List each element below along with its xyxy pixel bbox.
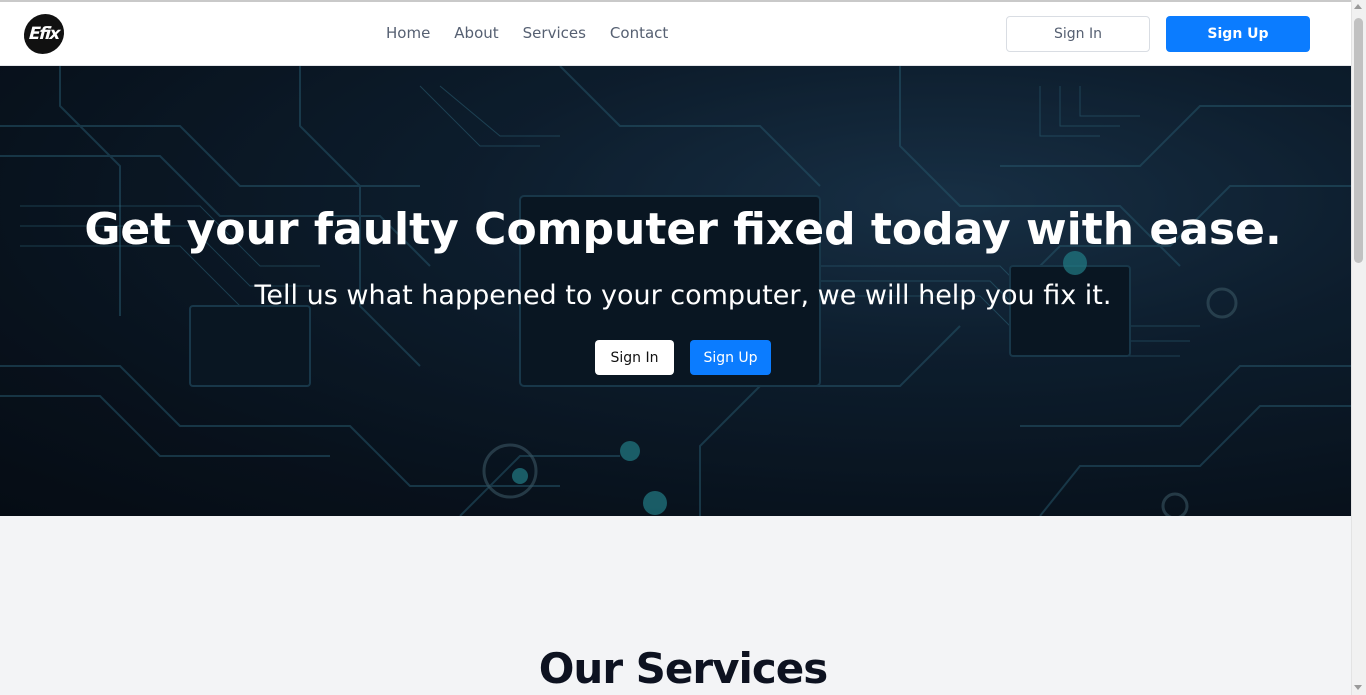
hero-subtitle: Tell us what happened to your computer, … bbox=[254, 280, 1112, 311]
nav-link-contact[interactable]: Contact bbox=[610, 24, 668, 42]
navbar: Efix Home About Services Contact Sign In… bbox=[0, 2, 1351, 66]
scroll-up-arrow-icon[interactable] bbox=[1354, 4, 1362, 9]
nav-links: Home About Services Contact bbox=[386, 24, 668, 42]
hero-banner: Get your faulty Computer fixed today wit… bbox=[0, 66, 1351, 516]
nav-link-about[interactable]: About bbox=[454, 24, 498, 42]
page: Efix Home About Services Contact Sign In… bbox=[0, 0, 1351, 695]
services-section-title: Our Services bbox=[538, 644, 829, 693]
sign-up-button[interactable]: Sign Up bbox=[1166, 16, 1310, 52]
efix-logo[interactable]: Efix bbox=[22, 14, 66, 54]
nav-link-home[interactable]: Home bbox=[386, 24, 430, 42]
hero-title: Get your faulty Computer fixed today wit… bbox=[84, 204, 1282, 255]
hero-sign-in-button[interactable]: Sign In bbox=[595, 340, 674, 375]
nav-link-services[interactable]: Services bbox=[523, 24, 586, 42]
hero-sign-up-button[interactable]: Sign Up bbox=[690, 340, 771, 375]
sign-in-button[interactable]: Sign In bbox=[1006, 16, 1150, 52]
scrollbar-thumb[interactable] bbox=[1354, 18, 1363, 263]
scroll-down-arrow-icon[interactable] bbox=[1354, 685, 1362, 690]
